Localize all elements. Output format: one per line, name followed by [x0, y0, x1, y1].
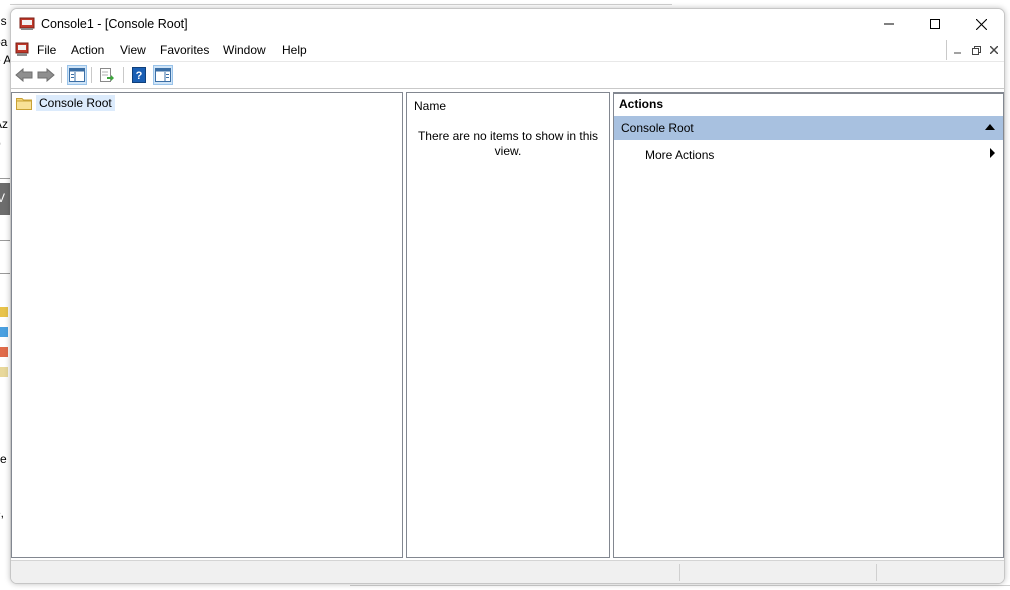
action-pane-icon — [155, 68, 171, 82]
mmc-app-icon — [19, 17, 35, 30]
back-button[interactable] — [14, 65, 34, 85]
console-tree-icon — [69, 68, 85, 82]
minimize-button[interactable] — [866, 9, 912, 39]
background-window: us pa e A Az p n V u se e, — [0, 0, 10, 590]
bg-text: n — [0, 153, 1, 167]
bg-text: e A — [0, 53, 10, 67]
status-bar-divider — [876, 564, 877, 581]
toolbar-separator — [123, 67, 124, 83]
results-pane[interactable]: Name There are no items to show in this … — [406, 92, 610, 558]
background-window-edge — [350, 585, 1010, 586]
close-button[interactable] — [958, 9, 1004, 39]
mdi-minimize-button[interactable] — [950, 43, 966, 57]
maximize-icon — [930, 19, 940, 29]
menu-bar: File Action View Favorites Window Help — [11, 39, 1004, 61]
menu-help[interactable]: Help — [282, 43, 307, 57]
close-icon — [975, 18, 987, 30]
menu-action[interactable]: Action — [71, 43, 104, 57]
export-list-icon — [100, 68, 114, 82]
tree-node-label: Console Root — [36, 95, 115, 111]
restore-icon — [971, 45, 981, 55]
bg-icon — [0, 307, 8, 317]
toolbar: ? — [11, 61, 1004, 89]
actions-group-header[interactable]: Console Root — [614, 116, 1003, 140]
forward-arrow-icon — [37, 68, 55, 82]
more-actions-item[interactable]: More Actions — [645, 148, 714, 162]
help-button[interactable]: ? — [129, 65, 149, 85]
actions-group-label: Console Root — [621, 121, 694, 135]
menu-favorites[interactable]: Favorites — [160, 43, 209, 57]
mdi-close-button[interactable] — [986, 43, 1002, 57]
actions-pane-title: Actions — [619, 97, 664, 111]
mdi-controls — [946, 40, 1004, 60]
bg-text: Az — [0, 117, 9, 131]
toolbar-separator — [91, 67, 92, 83]
maximize-button[interactable] — [912, 9, 958, 39]
console-system-menu-icon[interactable] — [13, 41, 31, 59]
menu-view[interactable]: View — [120, 43, 146, 57]
bg-text: p — [0, 136, 1, 150]
menu-file[interactable]: File — [37, 43, 56, 57]
actions-pane: Actions Console Root More Actions — [613, 92, 1004, 558]
bg-text: pa — [0, 35, 8, 49]
bg-text: se — [0, 452, 7, 466]
bg-icon — [0, 327, 8, 337]
status-bar-divider — [679, 564, 680, 581]
bg-text: e, — [0, 506, 5, 520]
bg-divider — [0, 178, 10, 179]
console-tree-pane[interactable]: Console Root — [11, 92, 403, 558]
status-bar — [11, 560, 1004, 583]
show-hide-console-tree-button[interactable] — [67, 65, 87, 85]
bg-icon — [0, 367, 8, 377]
export-list-button[interactable] — [97, 65, 117, 85]
tree-node-console-root[interactable]: Console Root — [16, 95, 115, 111]
menu-window[interactable]: Window — [223, 43, 266, 57]
bg-text: V — [0, 191, 6, 205]
back-arrow-icon — [15, 68, 33, 82]
bg-icon — [0, 347, 8, 357]
close-icon — [990, 46, 998, 54]
submenu-arrow-icon[interactable] — [990, 148, 995, 158]
collapse-arrow-icon[interactable] — [985, 124, 995, 130]
bg-text: u — [0, 283, 1, 297]
minimize-icon — [884, 23, 894, 25]
folder-icon — [16, 98, 32, 110]
forward-button[interactable] — [36, 65, 56, 85]
title-bar[interactable]: Console1 - [Console Root] — [11, 9, 1004, 39]
mmc-window: Console1 - [Console Root] File Action Vi… — [10, 8, 1005, 584]
svg-text:?: ? — [136, 70, 143, 82]
show-hide-action-pane-button[interactable] — [153, 65, 173, 85]
bg-divider — [0, 273, 10, 274]
empty-list-message: There are no items to show in this view. — [417, 129, 599, 158]
window-title: Console1 - [Console Root] — [41, 17, 188, 31]
bg-text: us — [0, 14, 7, 28]
toolbar-separator — [61, 67, 62, 83]
mdi-restore-button[interactable] — [968, 43, 984, 57]
background-window-edge — [0, 0, 672, 5]
bg-divider — [0, 240, 10, 241]
help-icon: ? — [132, 67, 146, 83]
minimize-icon — [954, 52, 961, 54]
column-header-name[interactable]: Name — [414, 99, 446, 113]
